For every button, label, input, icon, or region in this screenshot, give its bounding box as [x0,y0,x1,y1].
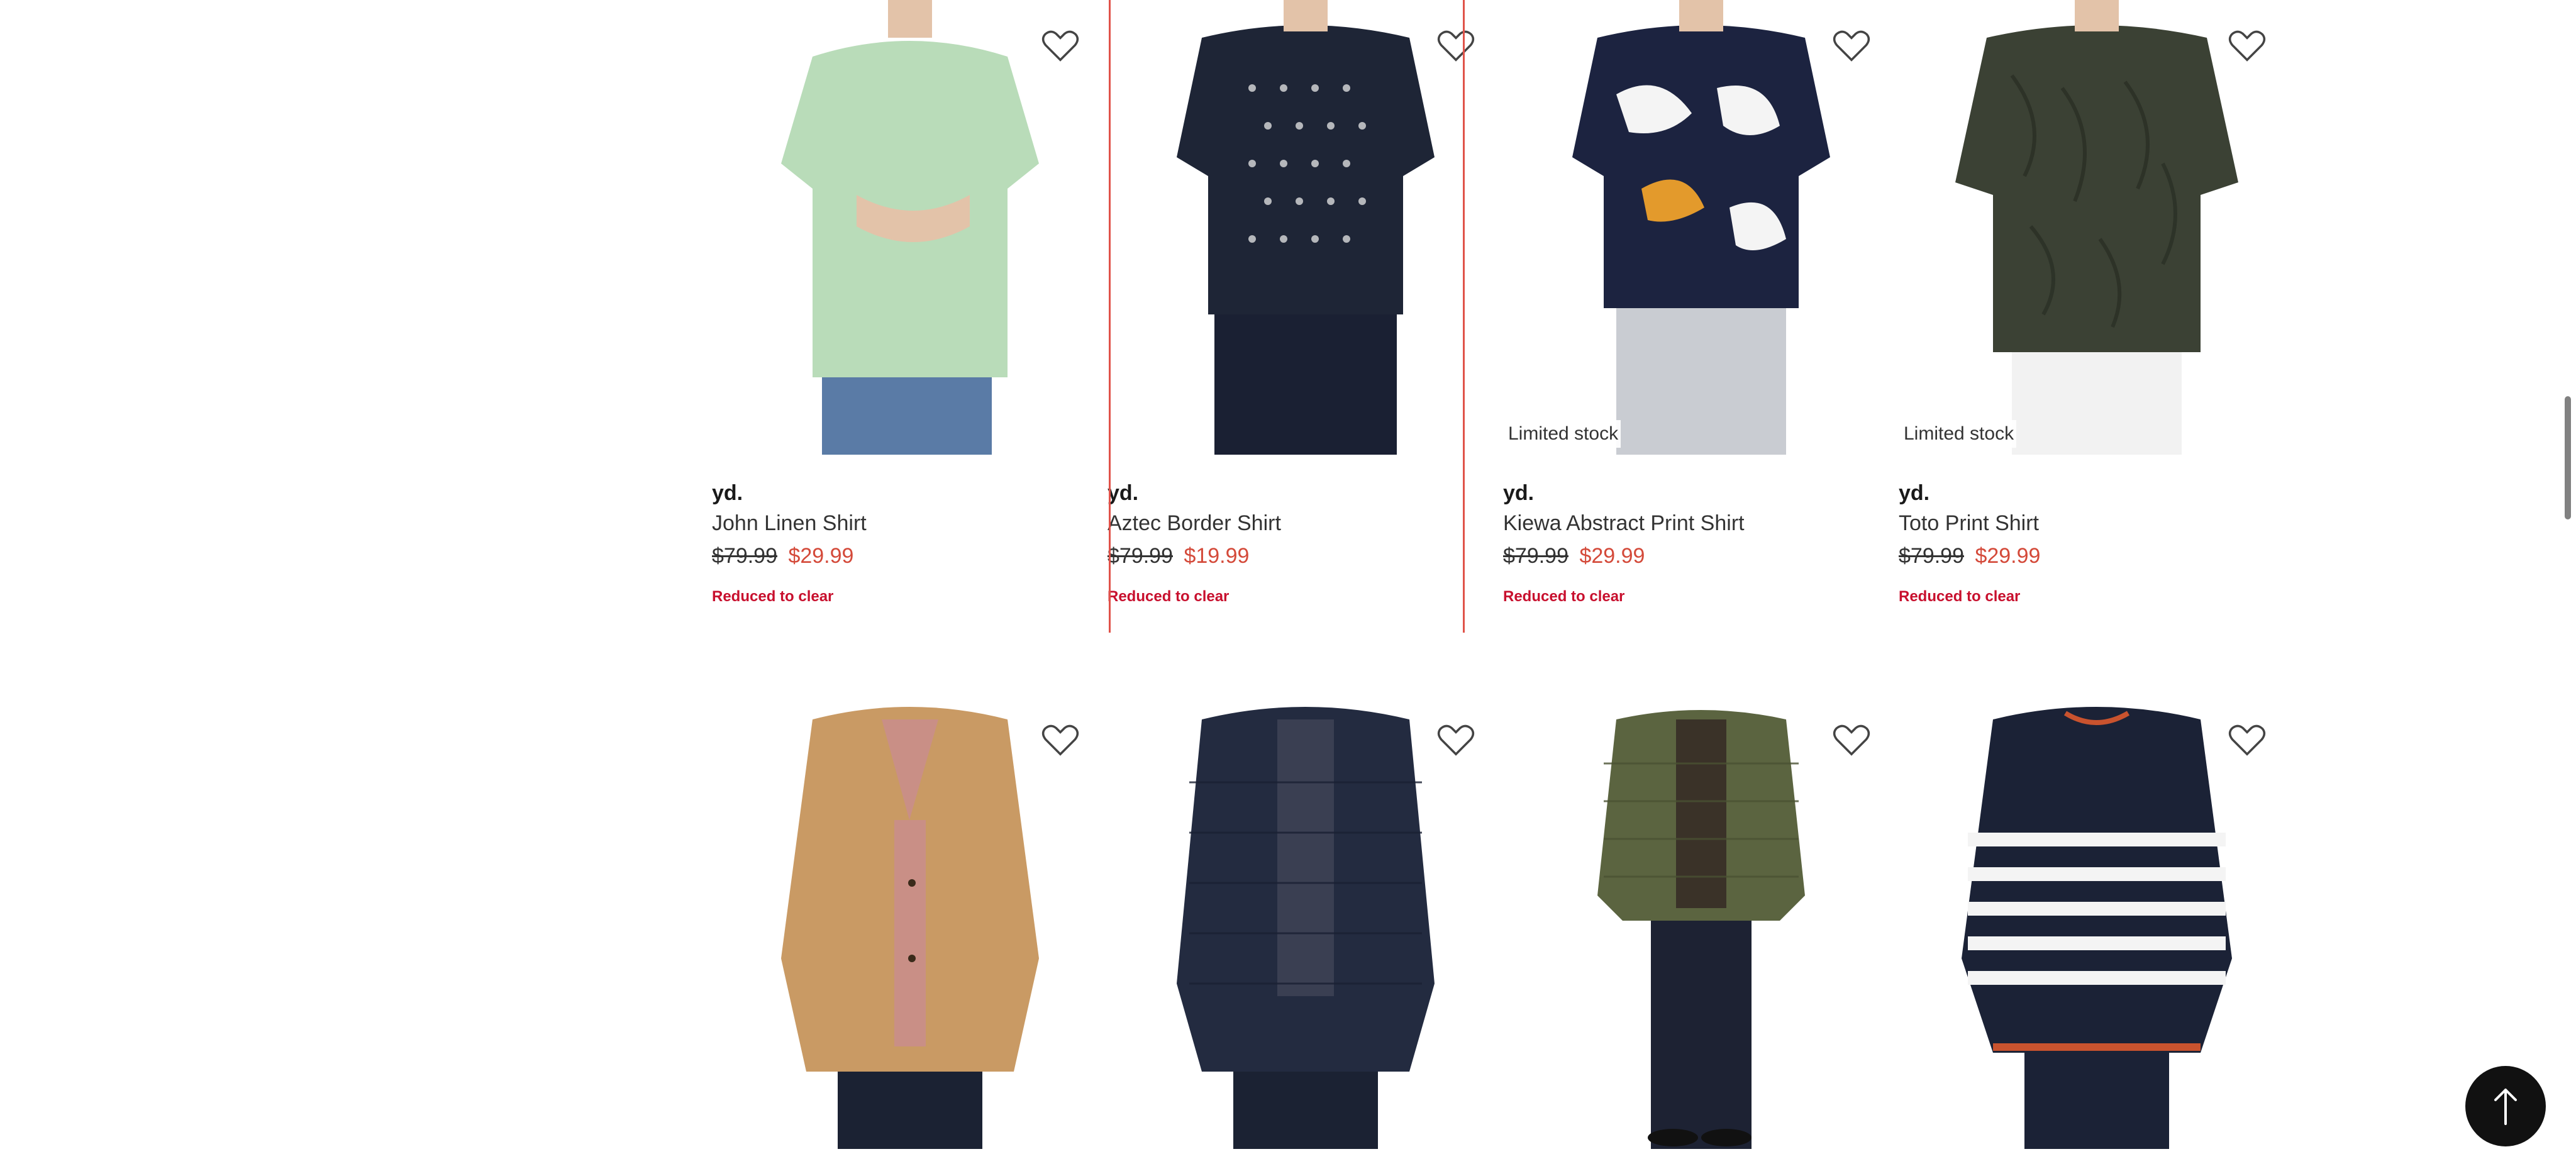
sale-price: $29.99 [1975,544,2041,568]
heart-outline-icon [1041,30,1079,62]
heart-outline-icon [1833,724,1870,756]
product-info: yd. Aztec Border Shirt $79.99 $19.99 Red… [1108,478,1503,607]
product-image[interactable] [712,694,1108,1149]
product-brand: yd. [1503,481,1535,505]
product-image[interactable] [712,0,1108,455]
product-image[interactable] [1503,694,1899,1149]
original-price: $79.99 [1899,544,1964,568]
heart-outline-icon [1833,30,1870,62]
wishlist-button[interactable] [2225,25,2269,65]
wishlist-button[interactable] [1038,25,1082,65]
back-to-top-button[interactable] [2465,1066,2546,1146]
promo-label: Reduced to clear [1899,588,2021,605]
product-name[interactable]: Kiewa Abstract Print Shirt [1503,508,1899,538]
product-brand: yd. [712,481,743,505]
product-prices: $79.99 $29.99 [712,540,1108,572]
wishlist-button[interactable] [2225,719,2269,760]
wishlist-button[interactable] [1434,25,1478,65]
product-prices: $79.99 $29.99 [1899,540,2294,572]
product-info: yd. Toto Print Shirt $79.99 $29.99 Reduc… [1899,478,2294,607]
sale-price: $19.99 [1184,544,1250,568]
original-price: $79.99 [1503,544,1568,568]
scrollbar-thumb[interactable] [2565,396,2571,519]
promo-label: Reduced to clear [1503,588,1625,605]
limited-stock-badge: Limited stock [1506,420,1621,448]
product-info: yd. John Linen Shirt $79.99 $29.99 Reduc… [712,478,1108,607]
product-image[interactable] [1503,0,1899,455]
heart-outline-icon [1041,724,1079,756]
heart-outline-icon [2228,724,2266,756]
wishlist-button[interactable] [1434,719,1478,760]
heart-outline-icon [1437,30,1475,62]
promo-label: Reduced to clear [1108,588,1230,605]
product-image[interactable] [1108,694,1503,1149]
heart-outline-icon [2228,30,2266,62]
promo-label: Reduced to clear [712,588,834,605]
limited-stock-badge: Limited stock [1901,420,2017,448]
product-image[interactable] [1108,0,1503,455]
arrow-up-icon [2494,1089,2517,1125]
original-price: $79.99 [1108,544,1173,568]
wishlist-button[interactable] [1038,719,1082,760]
product-name[interactable]: Toto Print Shirt [1899,508,2294,538]
product-prices: $79.99 $19.99 [1108,540,1503,572]
sale-price: $29.99 [1579,544,1645,568]
product-brand: yd. [1108,481,1139,505]
original-price: $79.99 [712,544,777,568]
wishlist-button[interactable] [1829,25,1874,65]
product-prices: $79.99 $29.99 [1503,540,1899,572]
product-info: yd. Kiewa Abstract Print Shirt $79.99 $2… [1503,478,1899,607]
product-image[interactable] [1899,0,2294,455]
product-name[interactable]: John Linen Shirt [712,508,1108,538]
product-name[interactable]: Aztec Border Shirt [1108,508,1503,538]
product-image[interactable] [1899,694,2294,1149]
heart-outline-icon [1437,724,1475,756]
product-brand: yd. [1899,481,1930,505]
wishlist-button[interactable] [1829,719,1874,760]
sale-price: $29.99 [788,544,854,568]
